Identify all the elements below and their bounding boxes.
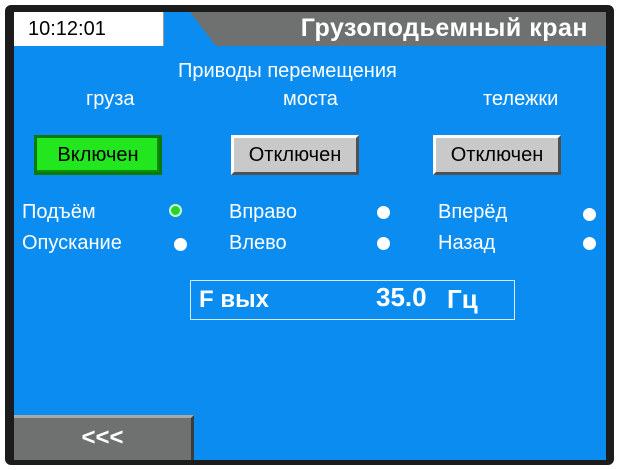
lift-label: Подъём (22, 201, 96, 223)
frequency-label: F вых (199, 286, 269, 313)
bridge-drive-button[interactable]: Отключен (231, 135, 359, 175)
right-indicator-led (377, 206, 390, 219)
output-frequency-display: F вых 35.0 Гц (190, 280, 515, 320)
header-bar: 10:12:01 Грузоподьемный кран (14, 12, 606, 46)
trolley-drive-button[interactable]: Отключен (433, 135, 561, 175)
backward-indicator-led (583, 237, 596, 250)
backward-label: Назад (438, 232, 496, 254)
cargo-title: груза (86, 88, 135, 110)
screen-title: Грузоподьемный кран (300, 14, 588, 42)
right-label: Вправо (229, 201, 297, 223)
lower-label: Опускание (22, 232, 122, 254)
back-button[interactable]: <<< (14, 415, 194, 460)
lift-indicator-led (169, 204, 182, 217)
frequency-value: 35.0 (376, 282, 427, 312)
cargo-drive-button[interactable]: Включен (34, 135, 162, 175)
section-title: Приводы перемещения (178, 60, 397, 82)
left-label: Влево (229, 232, 287, 254)
hmi-screen: 10:12:01 Грузоподьемный кран Приводы пер… (14, 12, 606, 460)
trolley-title: тележки (483, 88, 559, 110)
forward-indicator-led (583, 208, 596, 221)
bridge-title: моста (283, 88, 338, 110)
frequency-unit: Гц (447, 284, 478, 314)
left-indicator-led (377, 237, 390, 250)
title-banner: Грузоподьемный кран (190, 12, 606, 46)
clock-display: 10:12:01 (14, 12, 164, 46)
forward-label: Вперёд (438, 201, 508, 223)
lower-indicator-led (174, 238, 187, 251)
